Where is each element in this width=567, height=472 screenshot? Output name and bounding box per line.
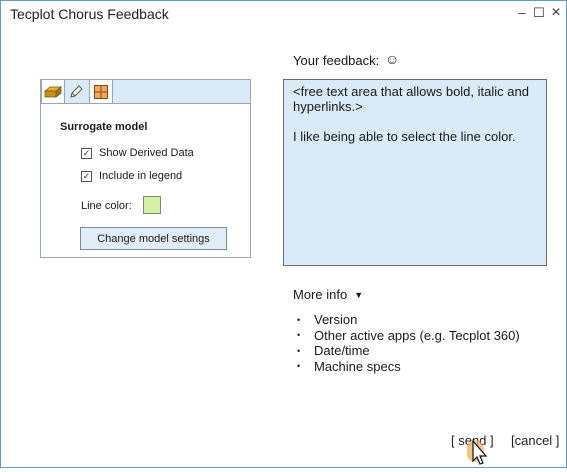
surrogate-model-heading: Surrogate model (60, 121, 148, 133)
close-icon[interactable]: × (548, 5, 564, 21)
list-item: • Date/time (297, 343, 370, 359)
more-info-list: • Version • Other active apps (e.g. Tecplo… (297, 312, 520, 374)
smiley-icon: ☺ (385, 51, 400, 67)
feedback-window: Tecplot Chorus Feedback – ☐ × Surrogate … (0, 0, 567, 468)
feedback-label: Your feedback: (293, 53, 380, 68)
cancel-button[interactable]: [cancel ] (511, 433, 559, 448)
list-item: • Version (297, 312, 358, 328)
eraser-icon[interactable] (41, 80, 65, 103)
more-info-label: More info (293, 287, 348, 302)
line-color-swatch[interactable] (143, 196, 161, 214)
include-in-legend-checkbox[interactable]: ✓ Include in legend (81, 170, 182, 182)
plot-style-panel: Surrogate model ✓ Show Derived Data ✓ In… (40, 79, 251, 258)
checkbox-label: Show Derived Data (99, 147, 194, 159)
panel-toolbar (41, 80, 250, 104)
more-info-toggle[interactable]: More info ▼ (293, 287, 363, 302)
feedback-entry-text: I like being able to select the line col… (293, 129, 516, 144)
list-item: • Other active apps (e.g. Tecplot 360) (297, 327, 520, 343)
window-title: Tecplot Chorus Feedback (10, 6, 169, 22)
checkbox-checked-icon[interactable]: ✓ (81, 170, 92, 182)
change-model-settings-button[interactable]: Change model settings (80, 227, 227, 250)
feedback-text: <free text area that allows bold, italic… (293, 84, 539, 144)
checkbox-label: Include in legend (99, 170, 183, 182)
grid-layout-icon[interactable] (89, 80, 113, 103)
feedback-placeholder-text: <free text area that allows bold, italic… (293, 84, 529, 114)
line-color-label: Line color: (81, 200, 132, 212)
pencil-icon[interactable] (65, 80, 87, 103)
feedback-textarea[interactable]: <free text area that allows bold, italic… (283, 79, 547, 266)
checkbox-checked-icon[interactable]: ✓ (81, 147, 92, 159)
show-derived-data-checkbox[interactable]: ✓ Show Derived Data (81, 147, 194, 159)
triangle-down-icon: ▼ (354, 289, 364, 300)
list-item: • Machine specs (297, 358, 401, 374)
mouse-pointer-icon (466, 439, 491, 472)
title-bar: Tecplot Chorus Feedback – ☐ × (1, 1, 566, 27)
maximize-icon[interactable]: ☐ (531, 5, 547, 21)
minimize-icon[interactable]: – (514, 5, 530, 21)
